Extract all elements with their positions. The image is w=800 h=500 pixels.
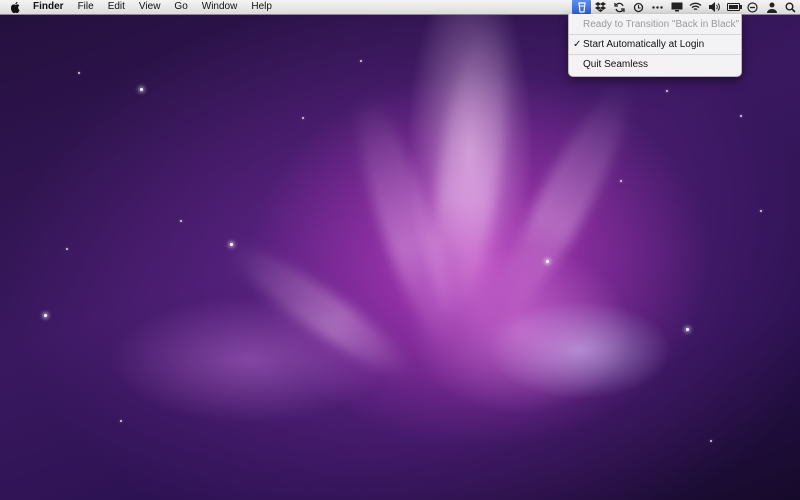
star bbox=[302, 117, 304, 119]
ellipsis-icon[interactable] bbox=[648, 0, 667, 14]
star bbox=[710, 440, 712, 442]
star bbox=[620, 180, 622, 182]
star bbox=[66, 248, 68, 250]
menu-finder[interactable]: Finder bbox=[26, 0, 71, 14]
menu-edit[interactable]: Edit bbox=[101, 0, 132, 14]
star bbox=[120, 420, 122, 422]
menu-item-quit-seamless[interactable]: Quit Seamless bbox=[569, 56, 741, 73]
menu-go[interactable]: Go bbox=[167, 0, 194, 14]
star bbox=[140, 88, 143, 91]
menu-bar: Finder File Edit View Go Window Help bbox=[0, 0, 800, 15]
seamless-app-icon[interactable] bbox=[572, 0, 591, 14]
menu-help[interactable]: Help bbox=[244, 0, 279, 14]
star bbox=[360, 60, 362, 62]
apple-logo-icon[interactable] bbox=[6, 0, 26, 14]
display-icon[interactable] bbox=[667, 0, 686, 14]
dropbox-icon[interactable] bbox=[591, 0, 610, 14]
battery-icon[interactable] bbox=[724, 0, 743, 14]
spotlight-search-icon[interactable] bbox=[781, 0, 800, 14]
star bbox=[180, 220, 182, 222]
time-machine-icon[interactable] bbox=[629, 0, 648, 14]
star bbox=[740, 115, 742, 117]
seamless-status-menu: Ready to Transition "Back in Black" ✓ St… bbox=[568, 14, 742, 77]
menu-separator bbox=[569, 34, 741, 35]
sync-icon[interactable] bbox=[610, 0, 629, 14]
menu-view[interactable]: View bbox=[132, 0, 168, 14]
star bbox=[686, 328, 689, 331]
checkmark-icon: ✓ bbox=[573, 39, 582, 50]
star bbox=[230, 243, 233, 246]
status-menu-area bbox=[572, 0, 800, 14]
menu-item-start-automatically[interactable]: ✓ Start Automatically at Login bbox=[569, 36, 741, 53]
star bbox=[666, 90, 668, 92]
star bbox=[760, 210, 762, 212]
menu-file[interactable]: File bbox=[71, 0, 101, 14]
wifi-icon[interactable] bbox=[686, 0, 705, 14]
volume-icon[interactable] bbox=[705, 0, 724, 14]
star bbox=[78, 72, 80, 74]
menu-window[interactable]: Window bbox=[195, 0, 245, 14]
user-icon[interactable] bbox=[762, 0, 781, 14]
menu-item-label: Start Automatically at Login bbox=[583, 39, 705, 50]
menu-item-status-text: Ready to Transition "Back in Black" bbox=[583, 19, 740, 30]
aurora-ray bbox=[481, 73, 649, 327]
clock-icon[interactable] bbox=[743, 0, 762, 14]
star bbox=[546, 260, 549, 263]
star bbox=[44, 314, 47, 317]
menu-separator bbox=[569, 54, 741, 55]
